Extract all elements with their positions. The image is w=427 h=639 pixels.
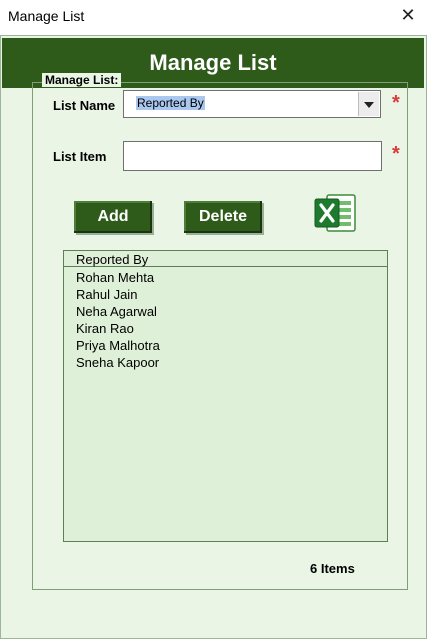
delete-button[interactable]: Delete (184, 201, 262, 233)
list-name-combobox[interactable]: Reported By (123, 90, 381, 118)
list-column-header: Reported By (64, 251, 387, 267)
list-name-dropdown-button[interactable] (358, 92, 379, 116)
list-item-label: List Item (53, 149, 107, 164)
add-button[interactable]: Add (74, 201, 152, 233)
list-item[interactable]: Kiran Rao (76, 320, 160, 337)
list-name-label: List Name (53, 98, 116, 113)
window-titlebar: Manage List ✕ (0, 0, 427, 32)
list-item[interactable]: Sneha Kapoor (76, 354, 160, 371)
list-item[interactable]: Rahul Jain (76, 286, 160, 303)
list-item-input[interactable] (123, 141, 382, 171)
close-icon[interactable]: ✕ (397, 4, 419, 26)
group-label: Manage List: (42, 73, 122, 87)
list-name-required-mark: * (392, 92, 400, 114)
list-name-value: Reported By (136, 96, 205, 110)
window-title: Manage List (8, 8, 85, 24)
list-items: Rohan Mehta Rahul Jain Neha Agarwal Kira… (76, 269, 160, 371)
list-item[interactable]: Priya Malhotra (76, 337, 160, 354)
excel-icon[interactable] (313, 191, 357, 235)
list-item[interactable]: Rohan Mehta (76, 269, 160, 286)
item-count: 6 Items (310, 561, 355, 576)
list-items-box[interactable]: Reported By Rohan Mehta Rahul Jain Neha … (63, 250, 388, 542)
list-item[interactable]: Neha Agarwal (76, 303, 160, 320)
chevron-down-icon (364, 102, 374, 108)
list-item-required-mark: * (392, 143, 400, 165)
